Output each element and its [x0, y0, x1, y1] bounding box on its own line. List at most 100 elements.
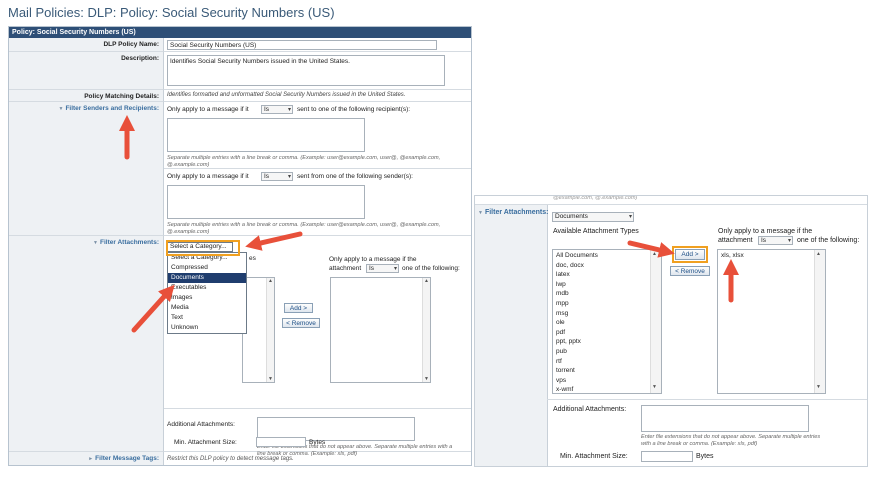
collapse-triangle-icon[interactable]: ▼ [93, 240, 98, 246]
one-of-label: one of the following: [402, 265, 460, 272]
filter-senders-link[interactable]: Filter Senders and Recipients: [65, 105, 159, 112]
description-cell: Identifies Social Security Numbers issue… [164, 52, 471, 90]
divider [475, 204, 867, 205]
recipients-hint: Separate multiple entries with a line br… [167, 155, 441, 168]
list-item[interactable]: mdb [553, 289, 661, 299]
list-item[interactable]: All Documents [553, 251, 661, 261]
min-size-input[interactable] [256, 437, 306, 447]
recipients-textarea[interactable] [167, 118, 365, 152]
senders-textarea[interactable] [167, 185, 365, 219]
tags-label-cell: ► Filter Message Tags: [9, 452, 164, 465]
scroll-down-icon[interactable]: ▼ [423, 376, 430, 382]
list-item[interactable]: rtf [553, 357, 661, 367]
scroll-down-icon[interactable]: ▼ [651, 383, 658, 393]
dropdown-option[interactable]: Unknown [168, 323, 246, 333]
list-item[interactable]: latex [553, 270, 661, 280]
scroll-up-icon[interactable]: ▲ [267, 278, 274, 284]
zoom-filter-attachments-link[interactable]: Filter Attachments: [485, 209, 549, 216]
zoomed-attachments-panel: @example.com, @.example.com) ▼ Filter Att… [474, 195, 868, 467]
scrollbar[interactable]: ▲ ▼ [650, 250, 661, 393]
scrollbar[interactable]: ▲ ▼ [266, 278, 274, 382]
expand-triangle-icon[interactable]: ► [88, 456, 93, 462]
scroll-down-icon[interactable]: ▼ [815, 383, 822, 393]
senders-cell: Only apply to a message if it Is ▾ sent f… [164, 169, 471, 236]
list-item[interactable]: x-wmf [553, 385, 661, 393]
dropdown-option[interactable]: Media [168, 303, 246, 313]
sender-op-select[interactable]: Is ▾ [261, 172, 293, 181]
description-label-cell: Description: [9, 52, 164, 90]
zoom-only-apply-label: Only apply to a message if the [718, 228, 813, 235]
selected-types-list[interactable]: ▲ ▼ [330, 277, 431, 383]
matching-cell: Identifies formatted and unformatted Soc… [164, 90, 471, 102]
scrollbar[interactable]: ▲ ▼ [814, 250, 825, 393]
attachment-word: attachment [329, 265, 362, 272]
collapse-triangle-icon[interactable]: ▼ [478, 210, 483, 216]
zoom-min-size-unit: Bytes [696, 453, 714, 460]
list-item[interactable]: doc, docx [553, 261, 661, 271]
recipients-cell: Only apply to a message if it Is ▾ sent t… [164, 102, 471, 169]
zoom-one-of-label: one of the following: [797, 237, 860, 244]
add-highlight-box [672, 246, 708, 263]
recipient-suffix: sent to one of the following recipient(s… [297, 106, 411, 113]
zoom-selected-list[interactable]: xls, xlsx ▲ ▼ [717, 249, 826, 394]
zoom-available-list[interactable]: All Documents doc, docx latex lwp mdb mp… [552, 249, 662, 394]
policy-name-input[interactable]: Social Security Numbers (US) [167, 40, 437, 50]
divider [547, 399, 867, 400]
filter-attachments-link[interactable]: Filter Attachments: [100, 239, 159, 246]
chevron-down-icon: ▾ [287, 174, 291, 180]
list-item[interactable]: ppt, pptx [553, 337, 661, 347]
only-apply-label: Only apply to a message if the [329, 256, 417, 263]
dropdown-option[interactable]: Compressed [168, 263, 246, 273]
list-item[interactable]: mpp [553, 299, 661, 309]
chevron-down-icon: ▾ [628, 214, 632, 220]
zoom-additional-label: Additional Attachments: [553, 406, 627, 413]
dropdown-option-selected[interactable]: Documents [168, 273, 246, 283]
scroll-up-icon[interactable]: ▲ [423, 278, 430, 284]
divider [164, 408, 471, 409]
matching-label-cell: Policy Matching Details: [9, 90, 164, 102]
category-highlight-box [166, 240, 240, 256]
description-textarea[interactable]: Identifies Social Security Numbers issue… [167, 55, 445, 86]
zoom-attachment-op-select[interactable]: Is ▾ [758, 236, 793, 245]
attachments-label-cell: ▼ Filter Attachments: [9, 236, 164, 452]
chevron-down-icon: ▾ [287, 107, 291, 113]
zoom-label-column: ▼ Filter Attachments: [475, 204, 548, 466]
add-button[interactable]: Add > [284, 303, 313, 313]
chevron-down-icon: ▾ [787, 238, 791, 244]
category-dropdown[interactable]: Select a Category... Compressed Document… [167, 252, 247, 334]
zoom-category-select[interactable]: Documents ▾ [552, 212, 634, 222]
scroll-up-icon[interactable]: ▲ [651, 250, 658, 260]
scrollbar[interactable]: ▲ ▼ [422, 278, 430, 382]
scroll-up-icon[interactable]: ▲ [815, 250, 822, 260]
list-item[interactable]: msg [553, 309, 661, 319]
dropdown-option[interactable]: Text [168, 313, 246, 323]
additional-attachments-label: Additional Attachments: [167, 421, 235, 428]
recipient-op-select[interactable]: Is ▾ [261, 105, 293, 114]
list-item[interactable]: pdf [553, 328, 661, 338]
list-item[interactable]: ole [553, 318, 661, 328]
zoom-remove-button[interactable]: < Remove [670, 266, 710, 276]
list-item[interactable]: lwp [553, 280, 661, 290]
dropdown-option[interactable]: Images [168, 293, 246, 303]
attachment-op-select[interactable]: Is ▾ [366, 264, 399, 273]
remove-button[interactable]: < Remove [282, 318, 320, 328]
list-item[interactable]: vps [553, 376, 661, 386]
zoom-min-size-label: Min. Attachment Size: [560, 453, 628, 460]
policy-name-cell: Social Security Numbers (US) [164, 38, 471, 52]
dropdown-option[interactable]: Executables [168, 283, 246, 293]
tags-hint: Restrict this DLP policy to detect messa… [167, 456, 294, 462]
filter-tags-link[interactable]: Filter Message Tags: [95, 455, 159, 462]
collapse-triangle-icon[interactable]: ▼ [58, 106, 63, 112]
list-item[interactable]: torrent [553, 366, 661, 376]
attachments-cell: Select a Category... es ▲ ▼ Select a Cate… [164, 236, 471, 457]
zoom-min-size-input[interactable] [641, 451, 693, 462]
senders-hint: Separate multiple entries with a line br… [167, 222, 441, 235]
scroll-down-icon[interactable]: ▼ [267, 376, 274, 382]
matching-details-label: Policy Matching Details: [84, 93, 159, 100]
zoom-additional-textarea[interactable] [641, 405, 809, 432]
list-item[interactable]: xls, xlsx [718, 251, 825, 261]
list-item[interactable]: pub [553, 347, 661, 357]
page-title: Mail Policies: DLP: Policy: Social Secur… [8, 5, 335, 20]
policy-panel: Policy: Social Security Numbers (US) DLP… [8, 26, 472, 466]
zoom-additional-hint: Enter file extensions that do not appear… [641, 434, 821, 447]
